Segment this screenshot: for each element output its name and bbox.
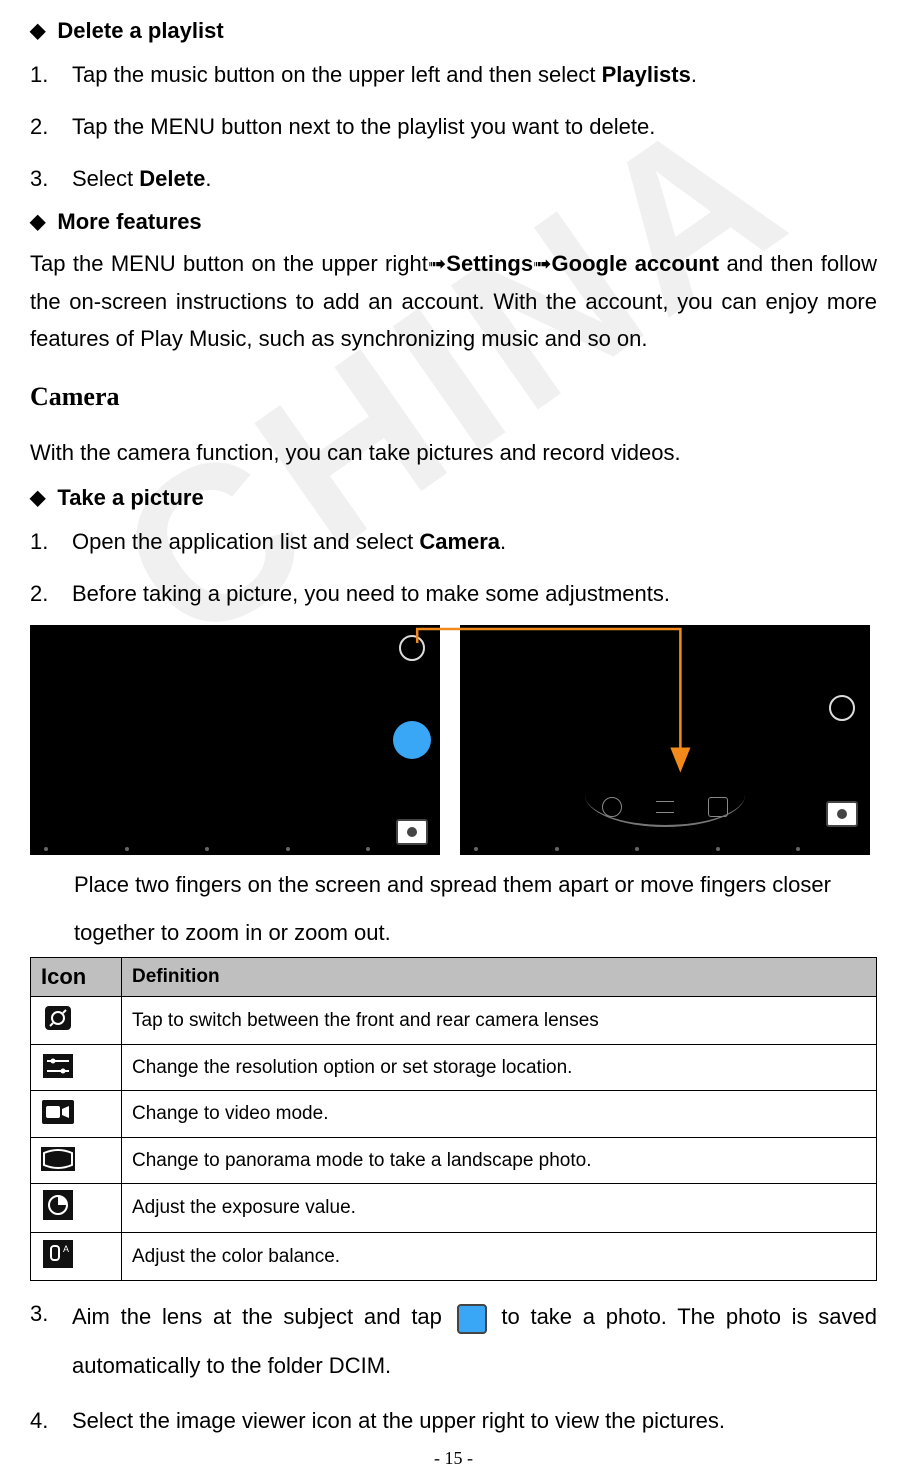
step-text: Before taking a picture, you need to mak… [72, 573, 670, 615]
table-def: Adjust the color balance. [122, 1233, 877, 1281]
mode-toggle-icon [829, 695, 855, 721]
heading-take-text: Take a picture [57, 485, 203, 511]
more-features-paragraph: Tap the MENU button on the upper right➟S… [30, 245, 877, 357]
step-number: 3. [30, 158, 54, 200]
white-balance-icon: A [41, 1239, 75, 1269]
table-header-def: Definition [122, 958, 877, 997]
list-item: 2. Before taking a picture, you need to … [30, 573, 877, 615]
heading-take-picture: ◆ Take a picture [30, 485, 877, 511]
list-item: 1. Tap the music button on the upper lef… [30, 54, 877, 96]
step-text: Open the application list and select Cam… [72, 521, 506, 563]
diamond-bullet-icon: ◆ [30, 212, 45, 232]
camera-intro: With the camera function, you can take p… [30, 434, 877, 471]
table-row: A Adjust the color balance. [31, 1233, 877, 1281]
list-item: 3. Aim the lens at the subject and tap t… [30, 1293, 877, 1390]
zoom-note: Place two fingers on the screen and spre… [74, 861, 877, 958]
camera-screenshot-right [460, 625, 870, 855]
list-item: 3. Select Delete. [30, 158, 877, 200]
step-number: 3. [30, 1293, 54, 1390]
camera-screenshot-figures [30, 625, 877, 855]
step-number: 1. [30, 54, 54, 96]
heading-camera: Camera [30, 382, 877, 412]
take-picture-steps: 1. Open the application list and select … [30, 521, 877, 615]
icon-definition-table: Icon Definition Tap to switch between th… [30, 957, 877, 1281]
step-text: Aim the lens at the subject and tap to t… [72, 1293, 877, 1390]
step-number: 2. [30, 106, 54, 148]
step-number: 4. [30, 1400, 54, 1442]
list-item: 2. Tap the MENU button next to the playl… [30, 106, 877, 148]
table-header-icon: Icon [31, 958, 122, 997]
table-def: Adjust the exposure value. [122, 1184, 877, 1233]
table-row: Change the resolution option or set stor… [31, 1045, 877, 1091]
step-text: Tap the MENU button next to the playlist… [72, 106, 655, 148]
panorama-mode-icon [41, 1144, 75, 1174]
step-number: 1. [30, 521, 54, 563]
heading-delete-text: Delete a playlist [57, 18, 223, 44]
settings-arc-icon [585, 785, 745, 827]
list-item: 1. Open the application list and select … [30, 521, 877, 563]
diamond-bullet-icon: ◆ [30, 21, 45, 41]
table-def: Tap to switch between the front and rear… [122, 997, 877, 1045]
step-text: Select the image viewer icon at the uppe… [72, 1400, 725, 1442]
delete-steps-list: 1. Tap the music button on the upper lef… [30, 54, 877, 199]
svg-text:A: A [63, 1244, 69, 1254]
page-number: - 15 - [0, 1448, 907, 1469]
diamond-bullet-icon: ◆ [30, 488, 45, 508]
table-row: Change to video mode. [31, 1091, 877, 1138]
camera-mode-icon [396, 819, 428, 845]
settings-sliders-icon [41, 1051, 75, 1081]
camera-mode-icon [826, 801, 858, 827]
table-def: Change to panorama mode to take a landsc… [122, 1138, 877, 1184]
mode-toggle-icon [399, 635, 425, 661]
take-picture-steps-cont: 3. Aim the lens at the subject and tap t… [30, 1293, 877, 1442]
step-text: Select Delete. [72, 158, 211, 200]
table-def: Change to video mode. [122, 1091, 877, 1138]
table-def: Change the resolution option or set stor… [122, 1045, 877, 1091]
shutter-button-icon [393, 721, 431, 759]
video-mode-icon [41, 1097, 75, 1127]
heading-delete-playlist: ◆ Delete a playlist [30, 18, 877, 44]
shutter-button-icon [457, 1304, 487, 1334]
table-row: Tap to switch between the front and rear… [31, 997, 877, 1045]
step-text: Tap the music button on the upper left a… [72, 54, 697, 96]
table-row: Change to panorama mode to take a landsc… [31, 1138, 877, 1184]
heading-more-features: ◆ More features [30, 209, 877, 235]
heading-more-text: More features [57, 209, 201, 235]
table-header-row: Icon Definition [31, 958, 877, 997]
switch-camera-icon [41, 1003, 75, 1033]
camera-screenshot-left [30, 625, 440, 855]
table-row: Adjust the exposure value. [31, 1184, 877, 1233]
step-number: 2. [30, 573, 54, 615]
exposure-icon [41, 1190, 75, 1220]
list-item: 4. Select the image viewer icon at the u… [30, 1400, 877, 1442]
